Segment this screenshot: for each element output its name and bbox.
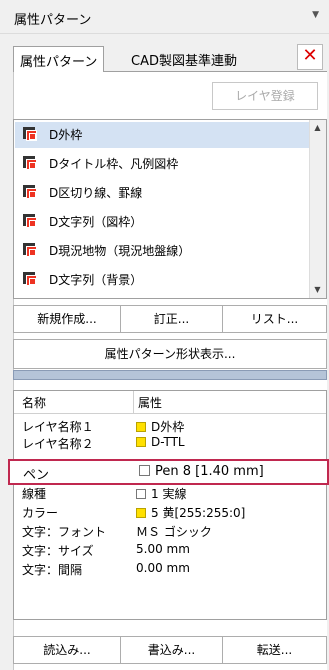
table-row[interactable]: カラー 5 黄[255:255:0]	[14, 503, 326, 521]
panel-menu-chevron-icon[interactable]: ▼	[312, 10, 319, 20]
attribute-table[interactable]: 名称 属性 レイヤ名称１ D外枠 レイヤ名称２ D-TTL 線種 1 実線 カラ…	[13, 390, 327, 620]
color-swatch-icon	[136, 437, 146, 447]
tab-strip: 属性パターン CAD製図基準連動 ✕	[13, 40, 327, 82]
list-scrollbar[interactable]: ▲ ▼	[309, 120, 326, 298]
header-attr: 属性	[138, 396, 163, 410]
pattern-icon	[23, 185, 37, 199]
edit-button[interactable]: 訂正...	[120, 305, 223, 333]
list-item[interactable]: D現況地物（現況地盤線）	[15, 238, 311, 264]
color-swatch-icon	[136, 508, 146, 518]
table-row[interactable]: レイヤ名称１ D外枠	[14, 417, 326, 435]
table-header: 名称 属性	[14, 391, 326, 414]
preview-bar	[13, 370, 327, 380]
pattern-actions: 新規作成... 訂正... リスト...	[13, 305, 327, 333]
panel-title-bar: 属性パターン ▼	[0, 0, 329, 34]
scroll-up-icon[interactable]: ▲	[310, 120, 325, 136]
table-row[interactable]: 文字：サイズ 5.00 mm	[14, 541, 326, 559]
read-button[interactable]: 読込み...	[13, 636, 121, 664]
list-item[interactable]: D文字列（図枠）	[15, 209, 311, 235]
highlighted-pen-row[interactable]: ペン Pen 8 [1.40 mm]	[8, 459, 329, 485]
color-swatch-icon	[136, 422, 146, 432]
list-item[interactable]: D外枠	[15, 122, 311, 148]
table-row[interactable]: レイヤ名称２ D-TTL	[14, 434, 326, 452]
close-icon[interactable]: ✕	[297, 44, 323, 70]
pattern-icon	[23, 127, 37, 141]
pattern-icon	[23, 156, 37, 170]
list-item[interactable]: D区切り線、罫線	[15, 180, 311, 206]
list-item[interactable]: D文字列（背景）	[15, 267, 311, 293]
write-button[interactable]: 書込み...	[120, 636, 223, 664]
panel-title: 属性パターン	[14, 13, 92, 28]
pattern-icon	[23, 214, 37, 228]
shape-display-button[interactable]: 属性パターン形状表示...	[13, 339, 327, 369]
table-row[interactable]: 文字：フォント ＭＳ ゴシック	[14, 522, 326, 540]
table-row[interactable]: 線種 1 実線	[14, 484, 326, 502]
pattern-icon	[23, 243, 37, 257]
list-item[interactable]: Dタイトル枠、凡例図枠	[15, 151, 311, 177]
header-name: 名称	[22, 396, 47, 410]
layer-register-button[interactable]: レイヤ登録	[212, 82, 318, 110]
new-button[interactable]: 新規作成...	[13, 305, 121, 333]
transfer-button[interactable]: 転送...	[222, 636, 327, 664]
linetype-swatch-icon	[136, 489, 146, 499]
table-row[interactable]: 文字：間隔 0.00 mm	[14, 560, 326, 578]
pen-swatch-icon	[139, 465, 150, 476]
scroll-down-icon[interactable]: ▼	[310, 282, 325, 298]
pattern-list[interactable]: D外枠 Dタイトル枠、凡例図枠 D区切り線、罫線 D文字列（図枠） D現況地物（…	[13, 119, 327, 299]
pattern-icon	[23, 272, 37, 286]
list-button[interactable]: リスト...	[222, 305, 327, 333]
file-actions: 読込み... 書込み... 転送...	[13, 636, 327, 664]
